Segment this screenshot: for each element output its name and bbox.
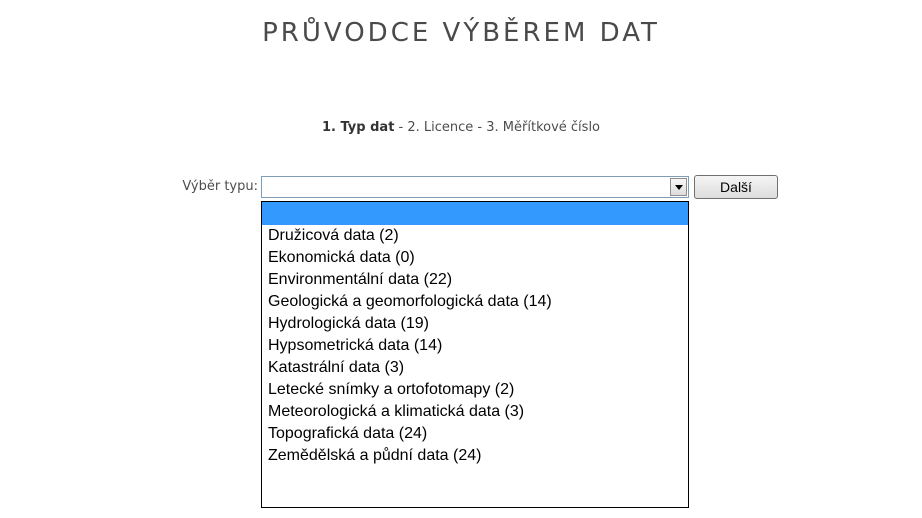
type-dropdown-list: Družicová data (2) Ekonomická data (0) E… bbox=[261, 201, 689, 508]
dropdown-option[interactable]: Hypsometrická data (14) bbox=[262, 335, 688, 357]
dropdown-option[interactable]: Letecké snímky a ortofotomapy (2) bbox=[262, 379, 688, 401]
step-separator: - bbox=[394, 120, 408, 135]
step-3: 3. Měřítkové číslo bbox=[486, 120, 601, 135]
step-2: 2. Licence bbox=[407, 120, 474, 135]
wizard-steps: 1. Typ dat - 2. Licence - 3. Měřítkové č… bbox=[0, 120, 922, 135]
dropdown-arrow-button[interactable] bbox=[670, 178, 687, 196]
chevron-down-icon bbox=[674, 184, 683, 190]
dropdown-option[interactable]: Katastrální data (3) bbox=[262, 357, 688, 379]
dropdown-option[interactable]: Topografická data (24) bbox=[262, 423, 688, 445]
page-title: PRŮVODCE VÝBĚREM DAT bbox=[262, 18, 660, 48]
dropdown-option[interactable]: Družicová data (2) bbox=[262, 225, 688, 247]
type-select[interactable] bbox=[261, 176, 689, 198]
type-select-label: Výběr typu: bbox=[182, 179, 258, 194]
dropdown-option[interactable]: Hydrologická data (19) bbox=[262, 313, 688, 335]
dropdown-option-empty[interactable] bbox=[262, 202, 688, 225]
dropdown-option[interactable]: Environmentální data (22) bbox=[262, 269, 688, 291]
step-1-active: 1. Typ dat bbox=[321, 120, 395, 135]
type-select-row: Výběr typu: Další bbox=[0, 175, 922, 202]
dropdown-option[interactable]: Meteorologická a klimatická data (3) bbox=[262, 401, 688, 423]
dropdown-option[interactable]: Zemědělská a půdní data (24) bbox=[262, 445, 688, 467]
dropdown-option[interactable]: Geologická a geomorfologická data (14) bbox=[262, 291, 688, 313]
dropdown-option[interactable]: Ekonomická data (0) bbox=[262, 247, 688, 269]
next-button[interactable]: Další bbox=[694, 175, 778, 199]
wizard-page: PRŮVODCE VÝBĚREM DAT 1. Typ dat - 2. Lic… bbox=[0, 0, 922, 518]
step-separator: - bbox=[473, 120, 487, 135]
